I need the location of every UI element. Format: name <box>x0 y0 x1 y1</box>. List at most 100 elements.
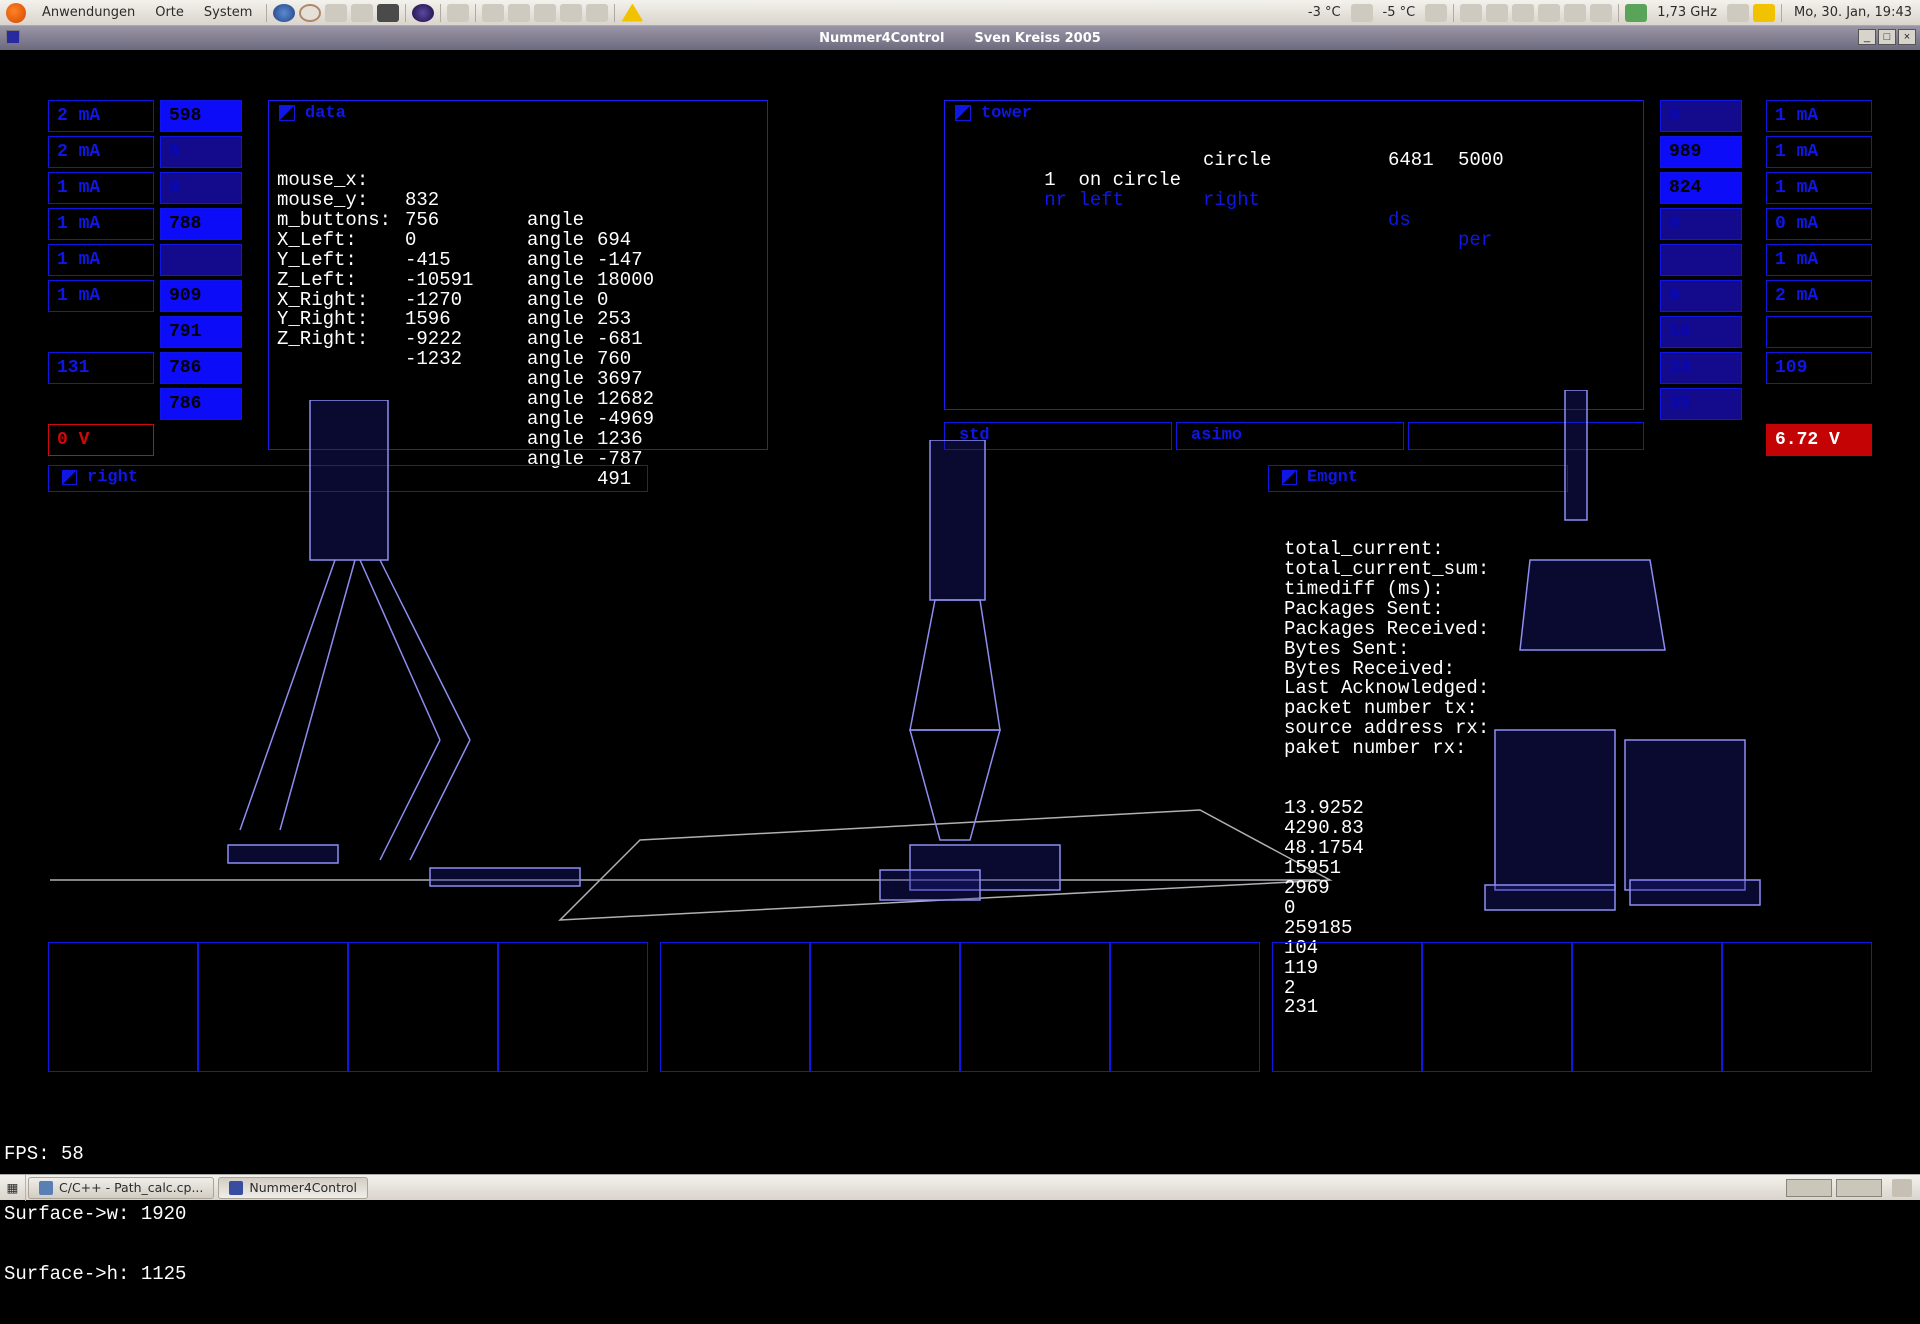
applet-icon-2[interactable] <box>508 4 530 22</box>
right-cell-b7: 109 <box>1766 352 1872 384</box>
systray-icon-5[interactable] <box>1564 4 1586 22</box>
workspace-1[interactable] <box>1786 1179 1832 1197</box>
left-cell-a4: 1 mA <box>48 244 154 276</box>
tower-panel: tower nr left right ds per 1 on circle c… <box>944 100 1644 410</box>
right-cell-a5: 0 <box>1660 280 1742 312</box>
show-desktop-button[interactable]: ▦ <box>0 1175 26 1201</box>
tower-row-per: 5000 <box>1458 151 1504 171</box>
warning-icon[interactable] <box>621 4 643 22</box>
left-cell-b6: 791 <box>160 316 242 348</box>
clock[interactable]: Mo, 30. Jan, 19:43 <box>1786 5 1920 20</box>
right-cell-a4 <box>1660 244 1742 276</box>
tower-row-left: on circle <box>1078 169 1181 191</box>
applet-icon-3[interactable] <box>534 4 556 22</box>
volume-icon[interactable] <box>1590 4 1612 22</box>
right-cell-b0: 1 mA <box>1766 100 1872 132</box>
left-cell-a1: 2 mA <box>48 136 154 168</box>
left-cell-b4 <box>160 244 242 276</box>
wireframe-right <box>1470 390 1890 950</box>
right-cell-b1: 1 mA <box>1766 136 1872 168</box>
left-cell-extra: 131 <box>48 352 154 384</box>
systray-icon-2[interactable] <box>1486 4 1508 22</box>
data-panel-title: data <box>305 104 346 123</box>
grid-left <box>48 942 648 1072</box>
right-cell-a7: 23 <box>1660 352 1742 384</box>
data-panel-body: mouse_x: mouse_y: m_buttons: X_Left: Y_L… <box>277 131 759 251</box>
eclipse-task-icon <box>39 1181 53 1195</box>
applet-icon-4[interactable] <box>560 4 582 22</box>
taskbar-item-eclipse[interactable]: C/C++ - Path_calc.cp... <box>28 1177 214 1199</box>
tower-head-per: per <box>1458 231 1492 251</box>
window-close-button[interactable]: × <box>1898 29 1916 45</box>
right-cell-b2: 1 mA <box>1766 172 1872 204</box>
grid-center <box>660 942 1260 1072</box>
workspace-2[interactable] <box>1836 1179 1882 1197</box>
grid-right <box>1272 942 1872 1072</box>
battery-icon[interactable] <box>1625 4 1647 22</box>
right-cell-b6 <box>1766 316 1872 348</box>
applet-icon-5[interactable] <box>586 4 608 22</box>
panel-drag-icon[interactable] <box>279 105 295 121</box>
left-cell-a0: 2 mA <box>48 100 154 132</box>
data-panel: data mouse_x: mouse_y: m_buttons: X_Left… <box>268 100 768 450</box>
left-cell-a3: 1 mA <box>48 208 154 240</box>
calculator-icon[interactable] <box>377 4 399 22</box>
window-minimize-button[interactable]: _ <box>1858 29 1876 45</box>
left-cell-a5: 1 mA <box>48 280 154 312</box>
ubuntu-logo-icon[interactable] <box>6 3 26 23</box>
tower-row-right: circle <box>1203 151 1271 171</box>
right-cell-a2: 824 <box>1660 172 1742 204</box>
window-title-bar: Nummer4Control Sven Kreiss 2005 _ □ × <box>0 26 1920 50</box>
panel-drag-icon[interactable] <box>955 105 971 121</box>
app-task-icon <box>229 1181 243 1195</box>
status-fps: FPS: 58 <box>4 1145 186 1165</box>
right-cell-b5: 2 mA <box>1766 280 1872 312</box>
right-cell-a6: 16 <box>1660 316 1742 348</box>
applet-icon-1[interactable] <box>482 4 504 22</box>
wireframe-center <box>790 440 1190 1000</box>
window-maximize-button[interactable]: □ <box>1878 29 1896 45</box>
tower-panel-body: nr left right ds per 1 on circle circle … <box>953 131 1635 350</box>
window-title-left: Nummer4Control <box>819 31 944 46</box>
status-w: Surface->w: 1920 <box>4 1205 186 1225</box>
left-cell-b2: 0 <box>160 172 242 204</box>
panel-drag-icon[interactable] <box>62 470 77 485</box>
window-app-icon <box>6 30 20 44</box>
taskbar-item-nummer4control[interactable]: Nummer4Control <box>218 1177 368 1199</box>
trash-icon[interactable] <box>1892 1179 1912 1197</box>
systray-icon-1[interactable] <box>1460 4 1482 22</box>
alert-icon[interactable] <box>1753 4 1775 22</box>
weather-icon-2[interactable] <box>1425 4 1447 22</box>
menu-places[interactable]: Orte <box>145 5 194 20</box>
systray-icon-3[interactable] <box>1512 4 1534 22</box>
window-title-right: Sven Kreiss 2005 <box>974 31 1100 46</box>
cpu-icon[interactable] <box>1727 4 1749 22</box>
app-icon[interactable] <box>447 4 469 22</box>
wireframe-left <box>180 400 650 960</box>
left-cell-b3: 788 <box>160 208 242 240</box>
left-cell-a2: 1 mA <box>48 172 154 204</box>
weather-temp-1: -3 °C <box>1300 5 1349 20</box>
weather-icon-1[interactable] <box>1351 4 1373 22</box>
screenshot-icon[interactable] <box>351 4 373 22</box>
right-cell-b3: 0 mA <box>1766 208 1872 240</box>
panel-drag-icon[interactable] <box>1282 470 1297 485</box>
left-cell-b0: 598 <box>160 100 242 132</box>
help-icon[interactable] <box>299 4 321 22</box>
right-cell-a0: 0 <box>1660 100 1742 132</box>
tool-icon[interactable] <box>325 4 347 22</box>
tower-row-nr: 1 <box>1044 169 1055 191</box>
menu-applications[interactable]: Anwendungen <box>32 5 145 20</box>
gnome-top-panel: Anwendungen Orte System -3 °C -5 °C 1,73… <box>0 0 1920 26</box>
left-cell-b7: 786 <box>160 352 242 384</box>
left-cell-b5: 909 <box>160 280 242 312</box>
globe-icon[interactable] <box>273 4 295 22</box>
right-cell-a1: 989 <box>1660 136 1742 168</box>
Emgnt-panel-title: Emgnt <box>1307 468 1358 487</box>
systray-icon-4[interactable] <box>1538 4 1560 22</box>
menu-system[interactable]: System <box>194 5 262 20</box>
status-h: Surface->h: 1125 <box>4 1265 186 1285</box>
tower-asimo-button[interactable]: asimo <box>1176 422 1404 450</box>
eclipse-icon[interactable] <box>412 4 434 22</box>
right-cell-a3: 0 <box>1660 208 1742 240</box>
